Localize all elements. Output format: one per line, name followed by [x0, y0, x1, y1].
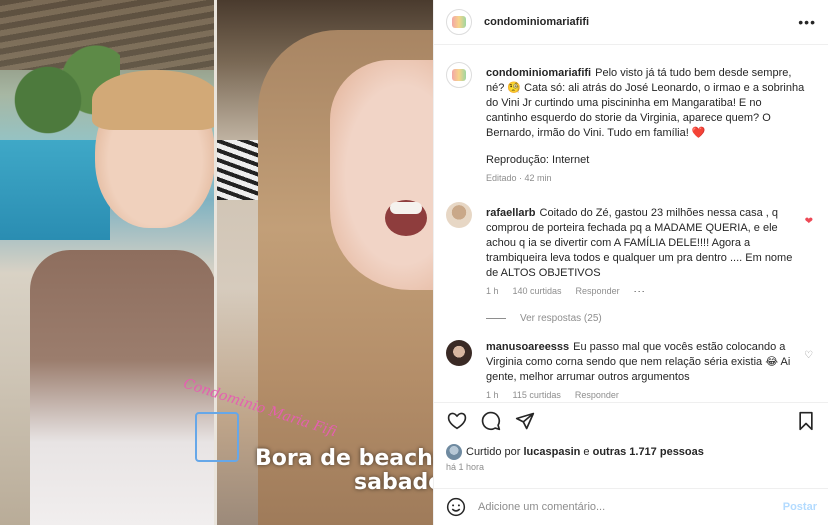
- post-view: Condominio Maria Fifi Bora de beachzin s…: [0, 0, 828, 525]
- caption-reproduction: Reprodução: Internet: [486, 154, 590, 166]
- replies-line: [486, 318, 506, 319]
- pool: [0, 140, 110, 240]
- comment: rafaellarb Coitado do Zé, gastou 23 milhõ…: [446, 186, 817, 299]
- caption-avatar[interactable]: [446, 62, 472, 88]
- watermark-house-logo: [195, 412, 239, 462]
- post-time[interactable]: há 1 hora: [446, 462, 484, 472]
- comment-likes[interactable]: 115 curtidas: [513, 388, 561, 402]
- comment-username[interactable]: rafaellarb: [486, 207, 536, 219]
- comment-like-heart-icon[interactable]: ❤: [805, 216, 813, 227]
- comment-more-icon[interactable]: ···: [634, 284, 646, 299]
- comment-meta: 1 h 140 curtidas Responder ···: [486, 284, 806, 299]
- story-overlay-line1: Bora de beachzin: [255, 446, 433, 471]
- woman-face: [330, 60, 433, 290]
- comment-likes[interactable]: 140 curtidas: [513, 284, 562, 299]
- share-icon[interactable]: [514, 410, 536, 432]
- comment-body: rafaellarb Coitado do Zé, gastou 23 milhõ…: [486, 206, 806, 299]
- post-sidebar: condominiomariafifi ••• condominiomariaf…: [433, 0, 828, 525]
- likes-summary[interactable]: Curtido por lucaspasin e outras 1.717 pe…: [446, 444, 704, 460]
- bookmark-icon[interactable]: [795, 410, 817, 432]
- comment-input[interactable]: [478, 501, 783, 513]
- post-comment-button[interactable]: Postar: [783, 501, 817, 513]
- comment-avatar[interactable]: [446, 340, 472, 366]
- logo-icon: [452, 16, 466, 28]
- story-overlay-line2: sabado: [354, 470, 433, 495]
- post-media[interactable]: Condominio Maria Fifi Bora de beachzin s…: [0, 0, 433, 525]
- comment-time: 1 h: [486, 390, 499, 400]
- likes-prefix: Curtido por: [466, 446, 521, 458]
- header-username[interactable]: condominiomariafifi: [484, 16, 589, 28]
- baby-hair: [92, 70, 220, 130]
- caption-meta: Editado · 42 min: [486, 171, 806, 186]
- caption: condominiomariafifi Pelo visto já tá tudo…: [446, 46, 817, 186]
- woman-teeth: [390, 202, 422, 214]
- liker-avatar: [446, 444, 462, 460]
- likes-others[interactable]: outras 1.717 pessoas: [593, 446, 704, 458]
- reply-button[interactable]: Responder: [576, 284, 620, 299]
- caption-username[interactable]: condominiomariafifi: [486, 67, 591, 79]
- like-heart-icon[interactable]: [446, 410, 468, 432]
- comments-list[interactable]: condominiomariafifi Pelo visto já tá tudo…: [434, 46, 828, 402]
- post-header: condominiomariafifi •••: [434, 0, 828, 45]
- comment-icon[interactable]: [480, 410, 502, 432]
- add-comment-bar: Postar: [434, 488, 828, 525]
- liker-username[interactable]: lucaspasin: [523, 446, 580, 458]
- emoji-icon[interactable]: [446, 497, 466, 517]
- logo-icon: [452, 69, 466, 81]
- comment: manusoareesss Eu passo mal que vocês estã…: [446, 324, 817, 402]
- account-avatar[interactable]: [446, 9, 472, 35]
- caption-edited: Editado · 42 min: [486, 173, 552, 183]
- comment-like-heart-icon[interactable]: ♡: [804, 350, 813, 361]
- comment-body: manusoareesss Eu passo mal que vocês estã…: [486, 340, 806, 402]
- comment-avatar[interactable]: [446, 202, 472, 228]
- view-replies[interactable]: Ver respostas (25): [486, 313, 817, 324]
- comment-time: 1 h: [486, 286, 499, 296]
- more-horizontal-icon[interactable]: •••: [798, 14, 816, 30]
- post-actions: [434, 402, 828, 438]
- view-replies-label[interactable]: Ver respostas (25): [520, 313, 602, 324]
- comment-meta: 1 h 115 curtidas Responder: [486, 388, 806, 402]
- caption-body: condominiomariafifi Pelo visto já tá tudo…: [486, 66, 806, 186]
- reply-button[interactable]: Responder: [575, 388, 619, 402]
- comment-username[interactable]: manusoareesss: [486, 341, 569, 353]
- likes-middle: e: [583, 446, 590, 458]
